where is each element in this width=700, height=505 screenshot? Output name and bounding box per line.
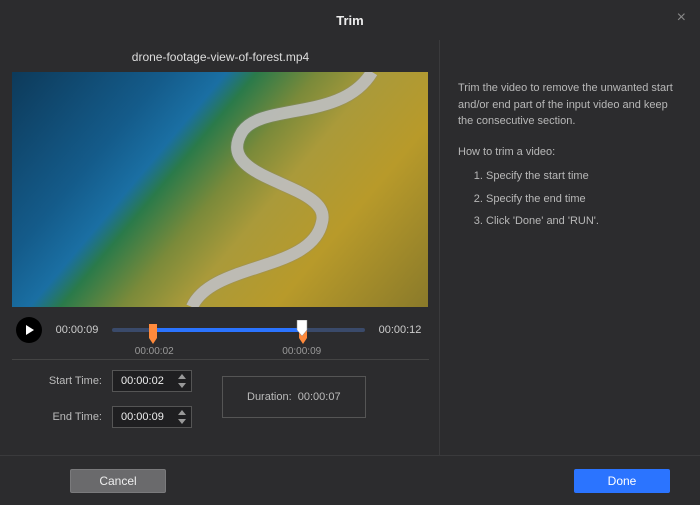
duration-display: Duration: 00:00:07 [222,376,366,418]
dialog-header: Trim × [0,0,700,40]
start-time-value: 00:00:02 [121,375,171,387]
file-name: drone-footage-view-of-forest.mp4 [12,50,429,64]
duration-label: Duration: [247,391,292,403]
divider [12,359,429,360]
trim-start-handle[interactable] [149,324,159,344]
timeline-selection [154,328,301,332]
help-step: Click 'Done' and 'RUN'. [486,213,682,230]
start-time-input[interactable]: 00:00:02 [112,370,192,392]
duration-value: 00:00:07 [298,391,341,403]
help-howto-title: How to trim a video: [458,144,682,161]
dialog-title: Trim [336,13,363,28]
spinner-up-icon[interactable] [177,372,187,381]
spinner-up-icon[interactable] [177,408,187,417]
help-steps-list: Specify the start time Specify the end t… [458,168,682,230]
help-description: Trim the video to remove the unwanted st… [458,80,682,130]
done-button[interactable]: Done [574,469,670,493]
spinner-down-icon[interactable] [177,417,187,426]
end-time-row: End Time: 00:00:09 [42,406,192,428]
left-panel: drone-footage-view-of-forest.mp4 00:00:0… [0,40,440,455]
preview-road-overlay [12,72,428,307]
cancel-button[interactable]: Cancel [70,469,166,493]
close-icon[interactable]: × [677,10,686,26]
spinner-down-icon[interactable] [177,381,187,390]
current-time: 00:00:09 [52,324,102,336]
end-time-label: End Time: [42,411,102,423]
dialog-body: drone-footage-view-of-forest.mp4 00:00:0… [0,40,700,455]
total-time: 00:00:12 [375,324,425,336]
timeline[interactable]: 00:00:02 00:00:09 [112,310,365,350]
help-panel: Trim the video to remove the unwanted st… [440,40,700,455]
help-step: Specify the end time [486,191,682,208]
playhead[interactable] [296,320,308,336]
play-button[interactable] [16,317,42,343]
help-step: Specify the start time [486,168,682,185]
video-preview[interactable] [12,72,428,307]
start-time-label: Start Time: [42,375,102,387]
play-icon [23,324,35,336]
trim-end-time-label: 00:00:09 [282,346,321,357]
playback-controls: 00:00:09 00:00:02 00:00:09 00:00:12 [12,307,429,353]
dialog-footer: Cancel Done [0,455,700,505]
time-settings: Start Time: 00:00:02 End Time: 00:00:09 [12,370,429,428]
end-time-value: 00:00:09 [121,411,171,423]
trim-start-time-label: 00:00:02 [135,346,174,357]
start-time-row: Start Time: 00:00:02 [42,370,192,392]
end-time-input[interactable]: 00:00:09 [112,406,192,428]
